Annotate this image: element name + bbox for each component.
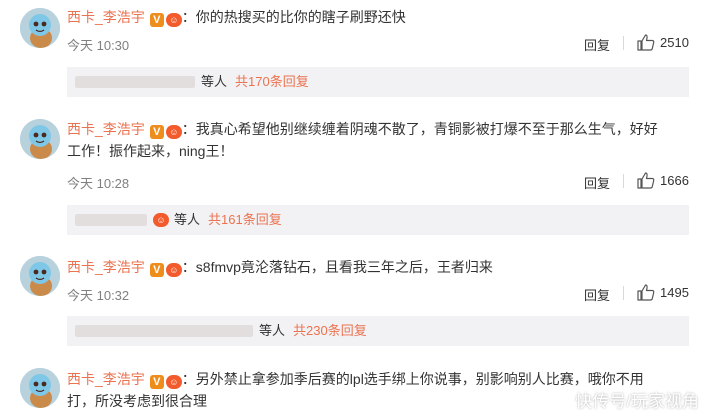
watermark: 快传号/玩家视角 bbox=[575, 392, 699, 411]
squirtle-avatar-icon bbox=[20, 8, 60, 48]
sub-reply-suffix: 等人 bbox=[201, 74, 228, 89]
sub-reply-suffix: 等人 bbox=[259, 323, 286, 338]
comment-text: ：s8fmvp竟沦落钻石，且看我三年之后，王者归来 bbox=[181, 259, 493, 275]
comment-text: ：我真心希望他别继续缠着阴魂不散了，青铜影被打爆不至于那么生气，好好 bbox=[181, 121, 658, 137]
fan-medal-icon: ☺ bbox=[165, 125, 182, 139]
divider bbox=[623, 36, 624, 50]
username[interactable]: 西卡_李浩宇 bbox=[67, 371, 145, 387]
comment-header: 西卡_李浩宇 V ☺ ：你的热搜买的比你的瞎子刷野还快 bbox=[67, 6, 687, 28]
like-count: 1495 bbox=[660, 285, 689, 300]
sub-replies[interactable]: ☺ 等人 共161条回复 bbox=[67, 205, 689, 235]
thumbs-up-icon[interactable] bbox=[637, 172, 655, 189]
squirtle-avatar-icon bbox=[20, 368, 60, 408]
username[interactable]: 西卡_李浩宇 bbox=[67, 9, 145, 25]
squirtle-avatar-icon bbox=[20, 256, 60, 296]
view-replies-link[interactable]: 共161条回复 bbox=[208, 205, 282, 235]
comment-text-continued: 工作！振作起来，ning王！ bbox=[67, 143, 234, 159]
comment-header: 西卡_李浩宇 V ☺ ：s8fmvp竟沦落钻石，且看我三年之后，王者归来 bbox=[67, 256, 687, 278]
fan-medal-icon: ☺ bbox=[165, 263, 182, 277]
view-replies-link[interactable]: 共170条回复 bbox=[235, 67, 309, 97]
avatar[interactable] bbox=[20, 368, 60, 408]
fan-medal-icon: ☺ bbox=[153, 213, 169, 227]
username[interactable]: 西卡_李浩宇 bbox=[67, 259, 145, 275]
fan-medal-icon: ☺ bbox=[165, 13, 182, 27]
reply-button[interactable]: 回复 bbox=[584, 285, 610, 304]
comment-time: 今天 10:30 bbox=[67, 38, 130, 53]
thumbs-up-icon[interactable] bbox=[637, 34, 655, 51]
reply-button[interactable]: 回复 bbox=[584, 35, 610, 54]
blurred-usernames bbox=[75, 325, 253, 337]
sub-replies[interactable]: 等人 共230条回复 bbox=[67, 316, 689, 346]
verified-badge: V bbox=[149, 263, 164, 277]
blurred-usernames bbox=[75, 214, 147, 226]
comment-text: ：你的热搜买的比你的瞎子刷野还快 bbox=[181, 9, 406, 25]
view-replies-link[interactable]: 共230条回复 bbox=[293, 316, 367, 346]
thumbs-up-icon[interactable] bbox=[637, 284, 655, 301]
like-count: 2510 bbox=[660, 35, 689, 50]
divider bbox=[623, 174, 624, 188]
divider bbox=[623, 286, 624, 300]
comment-time: 今天 10:28 bbox=[67, 176, 130, 191]
comment-header: 西卡_李浩宇 V ☺ ：我真心希望他别继续缠着阴魂不散了，青铜影被打爆不至于那么生气，… bbox=[67, 118, 687, 162]
comment-text-continued: 打，所没考虑到很合理 bbox=[67, 393, 207, 409]
blurred-usernames bbox=[75, 76, 195, 88]
reply-button[interactable]: 回复 bbox=[584, 173, 610, 192]
like-count: 1666 bbox=[660, 173, 689, 188]
avatar[interactable] bbox=[20, 256, 60, 296]
verified-badge: V bbox=[149, 375, 164, 389]
comment-time: 今天 10:32 bbox=[67, 288, 130, 303]
sub-replies[interactable]: 等人 共170条回复 bbox=[67, 67, 689, 97]
verified-badge: V bbox=[149, 125, 164, 139]
sub-reply-suffix: 等人 bbox=[174, 212, 201, 227]
squirtle-avatar-icon bbox=[20, 119, 60, 159]
fan-medal-icon: ☺ bbox=[165, 375, 182, 389]
verified-badge: V bbox=[149, 13, 164, 27]
comment-text: ：另外禁止拿参加季后赛的lpl选手绑上你说事，别影响别人比赛，哦你不用 bbox=[181, 371, 644, 387]
avatar[interactable] bbox=[20, 8, 60, 48]
username[interactable]: 西卡_李浩宇 bbox=[67, 121, 145, 137]
avatar[interactable] bbox=[20, 119, 60, 159]
